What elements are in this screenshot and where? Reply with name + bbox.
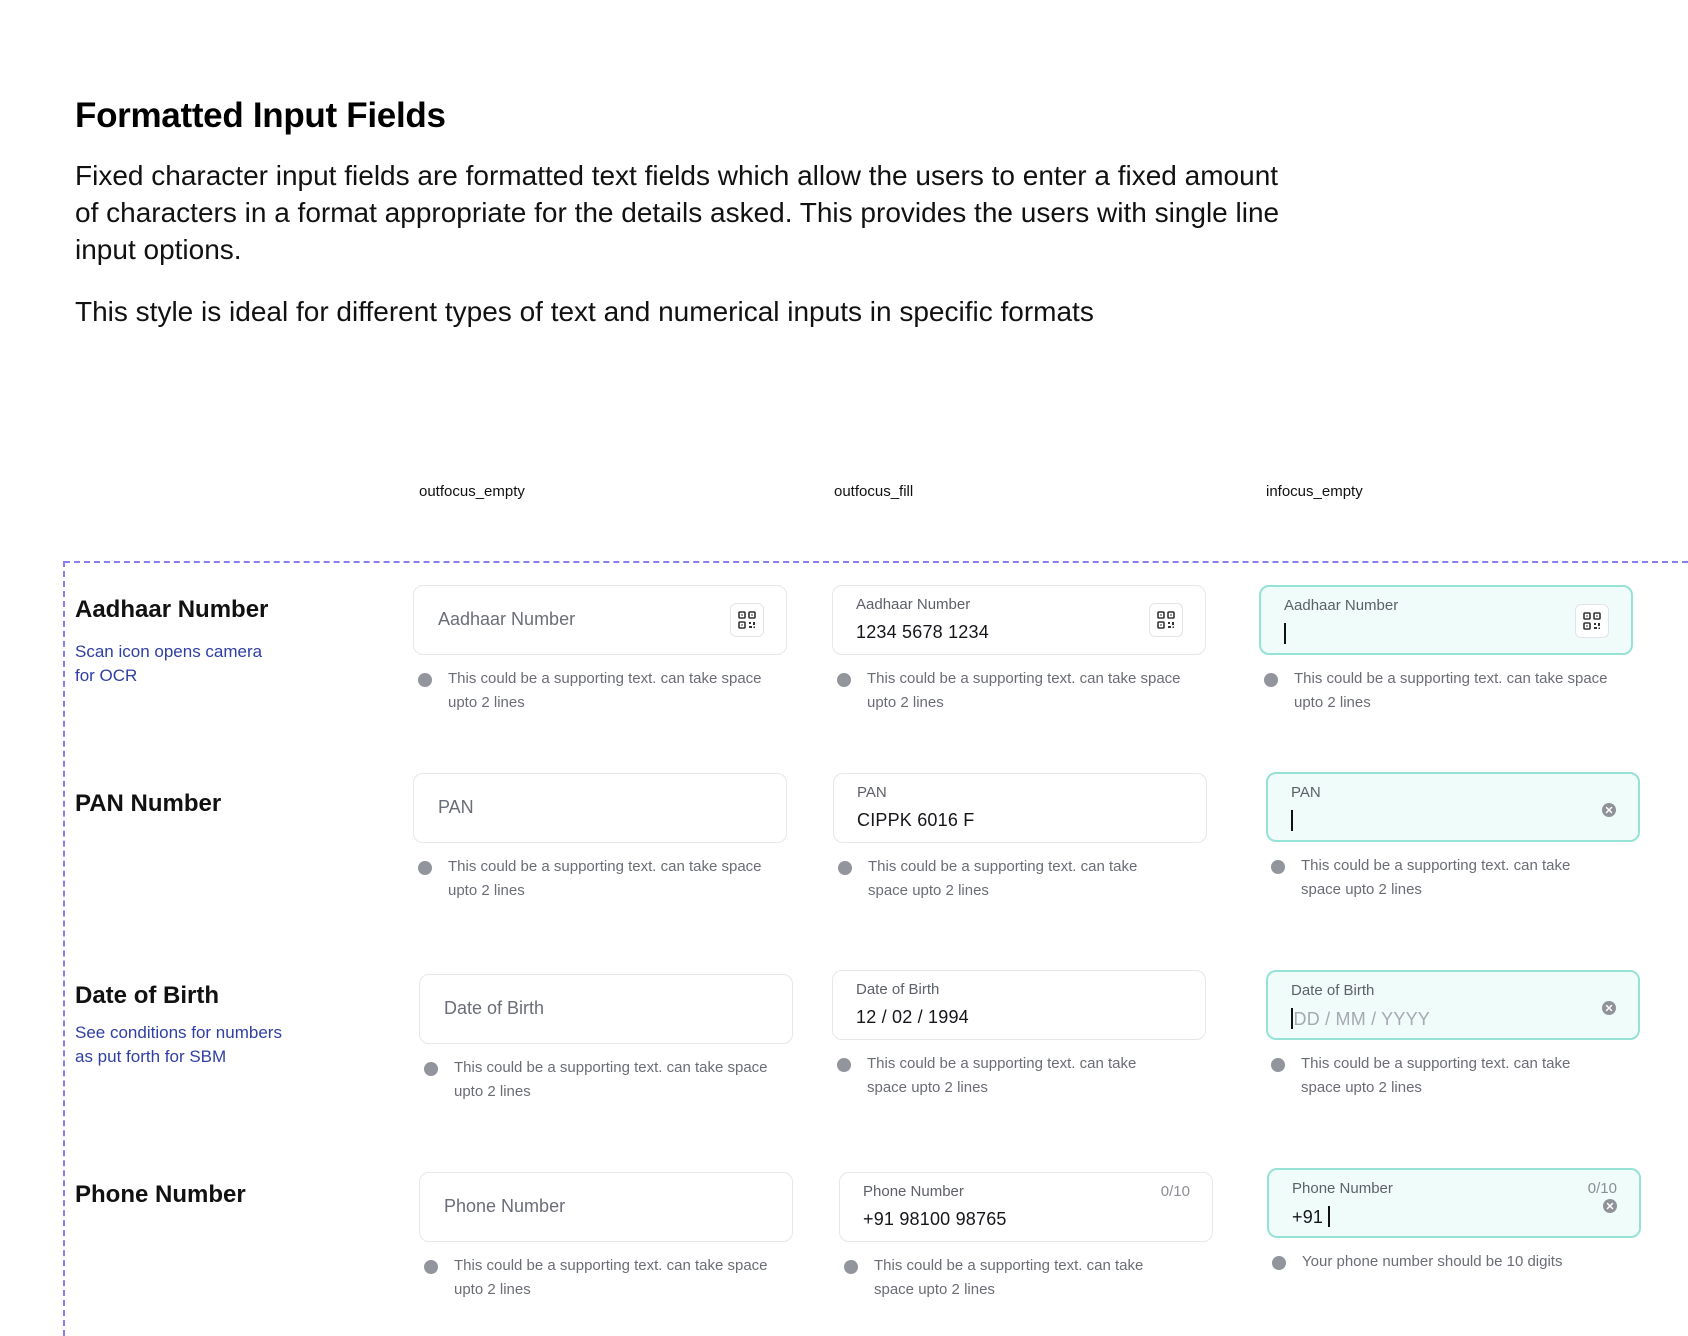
dob-helper-focused: This could be a supporting text. can tak… — [1271, 1052, 1601, 1099]
aadhaar-helper-filled: This could be a supporting text. can tak… — [837, 667, 1197, 714]
aadhaar-field-filled[interactable]: Aadhaar Number 1234 5678 1234 — [832, 585, 1206, 655]
field-value: +91 — [1292, 1206, 1330, 1227]
aadhaar-field-empty[interactable]: Aadhaar Number — [413, 585, 787, 655]
row-title-aadhaar: Aadhaar Number — [75, 596, 269, 623]
text-cursor — [1284, 623, 1286, 644]
column-header-outfocus-fill: outfocus_fill — [834, 483, 914, 500]
info-dot-icon — [424, 1260, 438, 1274]
info-dot-icon — [837, 673, 851, 687]
phone-field-empty[interactable]: Phone Number — [419, 1172, 793, 1242]
text-cursor — [1291, 1008, 1293, 1029]
pan-field-filled[interactable]: PAN CIPPK 6016 F — [833, 773, 1207, 843]
page-description-secondary: This style is ideal for different types … — [75, 296, 1094, 327]
field-value — [1291, 810, 1294, 832]
column-header-outfocus-empty: outfocus_empty — [419, 483, 525, 500]
row-title-pan: PAN Number — [75, 790, 222, 817]
field-value: +91 98100 98765 — [863, 1209, 1007, 1229]
field-label: Aadhaar Number — [1284, 597, 1399, 614]
field-value: CIPPK 6016 F — [857, 810, 975, 830]
field-label: Phone Number — [863, 1183, 964, 1200]
section-guide-horizontal — [64, 561, 1688, 563]
info-dot-icon — [418, 673, 432, 687]
field-label: Date of Birth — [856, 981, 940, 998]
row-title-phone: Phone Number — [75, 1181, 246, 1208]
qr-scan-icon[interactable] — [730, 603, 764, 637]
phone-helper-filled: This could be a supporting text. can tak… — [844, 1254, 1174, 1301]
info-dot-icon — [1272, 1256, 1286, 1270]
dob-field-filled[interactable]: Date of Birth 12 / 02 / 1994 — [832, 970, 1206, 1040]
info-dot-icon — [1271, 1058, 1285, 1072]
text-cursor — [1328, 1206, 1330, 1227]
field-placeholder: Aadhaar Number — [438, 609, 576, 629]
info-dot-icon — [844, 1260, 858, 1274]
column-header-infocus-empty: infocus_empty — [1266, 483, 1363, 500]
field-placeholder: Date of Birth — [444, 998, 545, 1018]
aadhaar-helper-focused: This could be a supporting text. can tak… — [1264, 667, 1624, 714]
row-note-dob: See conditions for numbers as put forth … — [75, 1023, 282, 1066]
info-dot-icon — [838, 861, 852, 875]
phone-field-focused[interactable]: Phone Number 0/10 +91 — [1267, 1168, 1641, 1238]
character-counter: 0/10 — [1587, 1180, 1617, 1197]
field-value — [1284, 623, 1287, 645]
field-placeholder: Phone Number — [444, 1196, 566, 1216]
character-counter: 0/10 — [1160, 1183, 1190, 1200]
qr-scan-icon[interactable] — [1149, 603, 1183, 637]
field-label: Phone Number — [1292, 1180, 1393, 1197]
pan-field-empty[interactable]: PAN — [413, 773, 787, 843]
field-placeholder: PAN — [438, 797, 474, 817]
info-dot-icon — [837, 1058, 851, 1072]
page-description: Fixed character input fields are formatt… — [75, 160, 1280, 265]
clear-icon[interactable] — [1602, 803, 1616, 817]
field-label: PAN — [857, 784, 887, 801]
page-title: Formatted Input Fields — [75, 96, 446, 135]
info-dot-icon — [424, 1062, 438, 1076]
dob-field-focused[interactable]: Date of Birth DD / MM / YYYY — [1266, 970, 1640, 1040]
info-dot-icon — [1271, 860, 1285, 874]
text-cursor — [1291, 810, 1293, 831]
pan-helper-empty: This could be a supporting text. can tak… — [418, 855, 778, 902]
clear-icon[interactable] — [1602, 1001, 1616, 1015]
row-title-dob: Date of Birth — [75, 982, 219, 1009]
field-label: Aadhaar Number — [856, 596, 971, 613]
field-label: PAN — [1291, 784, 1321, 801]
phone-helper-focused: Your phone number should be 10 digits — [1272, 1250, 1632, 1274]
pan-field-focused[interactable]: PAN — [1266, 772, 1640, 842]
field-label: Date of Birth — [1291, 982, 1375, 999]
field-value: DD / MM / YYYY — [1291, 1008, 1430, 1030]
pan-helper-filled: This could be a supporting text. can tak… — [838, 855, 1168, 902]
aadhaar-helper-empty: This could be a supporting text. can tak… — [418, 667, 778, 714]
dob-helper-filled: This could be a supporting text. can tak… — [837, 1052, 1167, 1099]
dob-field-empty[interactable]: Date of Birth — [419, 974, 793, 1044]
info-dot-icon — [418, 861, 432, 875]
info-dot-icon — [1264, 673, 1278, 687]
phone-field-filled[interactable]: Phone Number 0/10 +91 98100 98765 — [839, 1172, 1213, 1242]
qr-scan-icon[interactable] — [1575, 604, 1609, 638]
phone-helper-empty: This could be a supporting text. can tak… — [424, 1254, 784, 1301]
dob-helper-empty: This could be a supporting text. can tak… — [424, 1056, 784, 1103]
field-value: 12 / 02 / 1994 — [856, 1007, 969, 1027]
field-value: 1234 5678 1234 — [856, 622, 989, 642]
clear-icon[interactable] — [1603, 1199, 1617, 1213]
pan-helper-focused: This could be a supporting text. can tak… — [1271, 854, 1601, 901]
section-guide-vertical — [63, 561, 65, 1336]
row-note-aadhaar: Scan icon opens camera for OCR — [75, 642, 263, 685]
aadhaar-field-focused[interactable]: Aadhaar Number — [1259, 585, 1633, 655]
